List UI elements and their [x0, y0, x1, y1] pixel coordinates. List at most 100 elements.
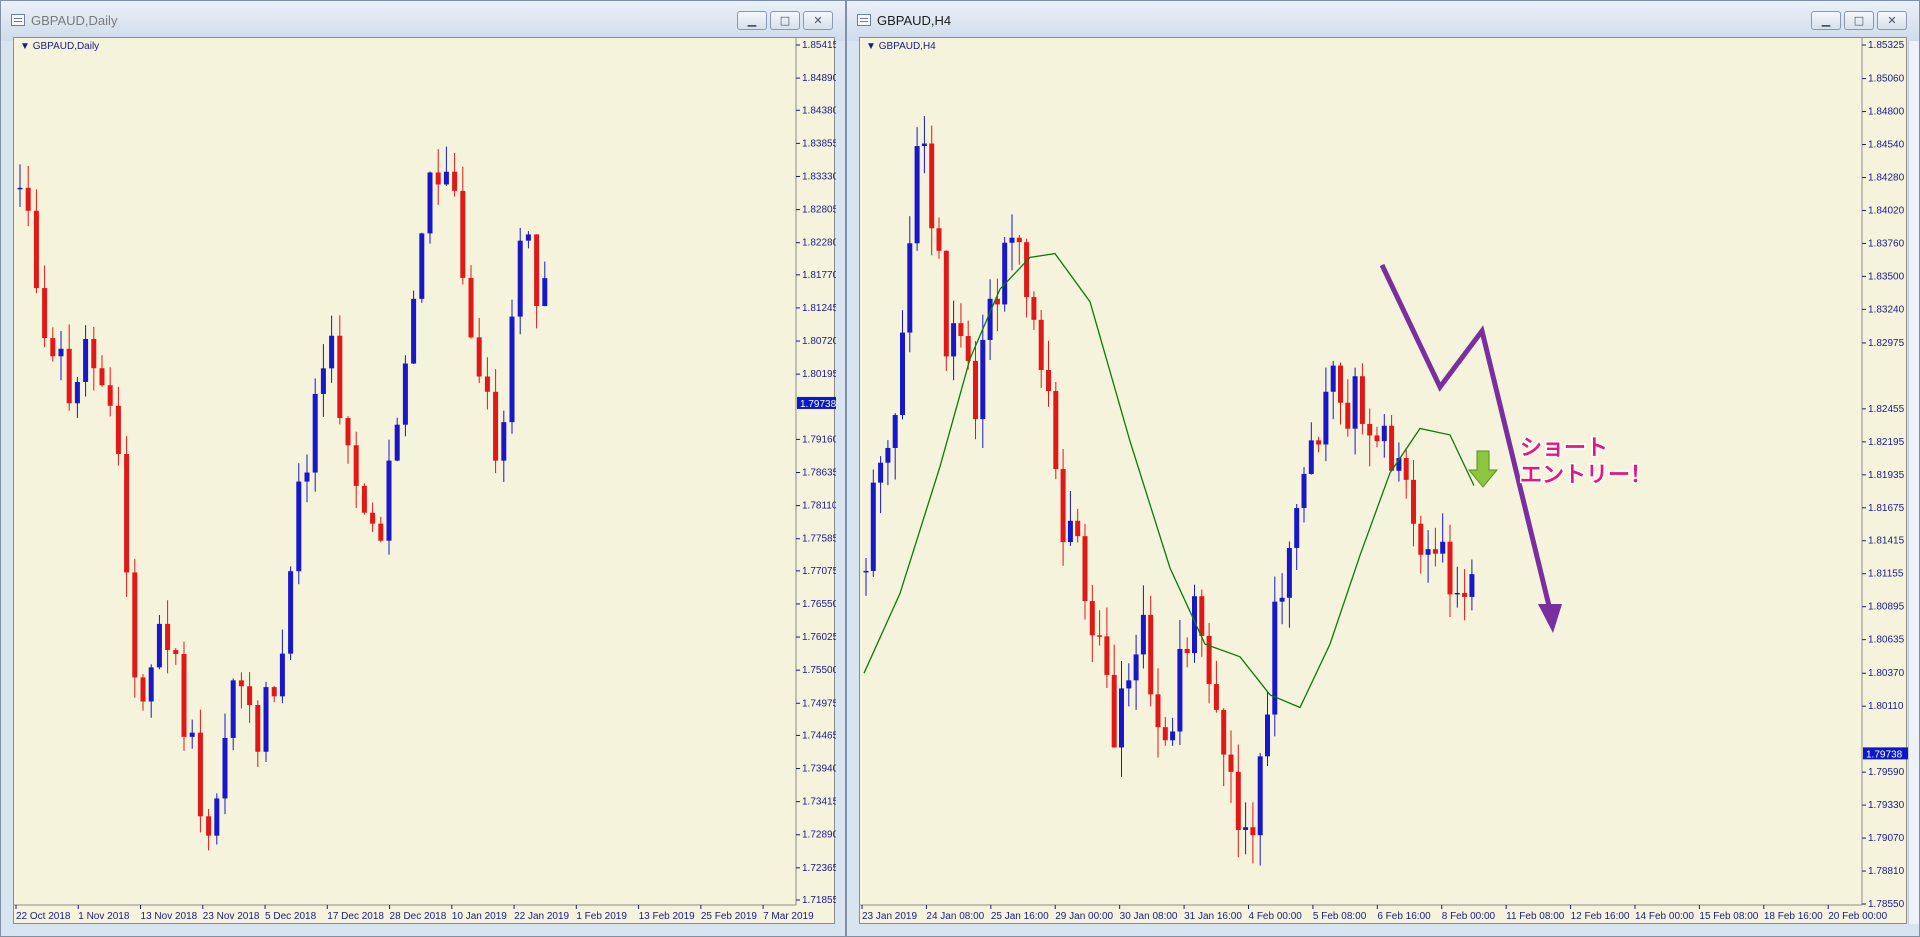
candle-body	[206, 816, 212, 836]
price-chart[interactable]: 1.85415 1.84890 1.84380 1.83855 1.83330 1.828…	[13, 37, 836, 925]
dropdown-triangle-icon[interactable]: ▼	[866, 41, 876, 52]
daily-candle-chart[interactable]: 1.85415 1.84890 1.84380 1.83855 1.83330 1.828…	[14, 38, 836, 925]
annotation-line-1: ショート	[1520, 436, 1608, 461]
candle-body	[1432, 549, 1438, 554]
dropdown-triangle-icon[interactable]: ▼	[20, 41, 30, 52]
candle-body	[1323, 391, 1329, 445]
candle-body	[296, 481, 302, 572]
candle-body	[1338, 365, 1343, 403]
candle-body	[99, 368, 105, 386]
time-tick-label: 5 Dec 2018	[265, 911, 317, 922]
candle-body	[878, 462, 884, 483]
candle-body	[1403, 458, 1409, 480]
time-tick-label: 17 Dec 2018	[327, 911, 384, 922]
candle-body	[1279, 597, 1285, 602]
price-chart[interactable]: 1.85325 1.85060 1.84800 1.84540 1.84280 1.840…	[859, 37, 1910, 925]
candle-body	[965, 336, 971, 361]
price-tick-label: 1.82195	[1868, 437, 1905, 448]
candle-body	[1140, 614, 1146, 655]
candle-body	[1082, 536, 1088, 602]
candle-body	[1235, 771, 1241, 830]
candle-body	[1469, 574, 1475, 597]
price-tick-label: 1.83240	[1868, 304, 1905, 315]
price-tick-label: 1.85060	[1868, 74, 1905, 85]
candle-body	[394, 424, 400, 461]
candle-body	[230, 680, 236, 738]
candle-body	[345, 418, 351, 446]
price-tick-label: 1.85415	[802, 40, 836, 51]
price-tick-label: 1.79330	[1868, 800, 1905, 811]
candle-body	[411, 298, 417, 364]
candle-body	[361, 485, 367, 513]
price-tick-label: 1.84020	[1868, 205, 1905, 216]
candle-body	[870, 482, 876, 571]
down-arrow-icon	[1467, 450, 1499, 488]
chart-symbol-label[interactable]: ▼ GBPAUD,Daily	[20, 41, 99, 52]
minimize-icon[interactable]: ▁	[1811, 11, 1841, 30]
vertical-scrollbar[interactable]	[1908, 41, 1919, 924]
price-tick-label: 1.83760	[1868, 238, 1905, 249]
time-tick-label: 4 Feb 00:00	[1248, 911, 1302, 922]
candle-body	[525, 234, 531, 241]
window-icon	[857, 14, 871, 26]
candle-body	[247, 686, 253, 706]
candle-body	[214, 798, 220, 836]
chart-window-h4[interactable]: GBPAUD,H4 ▁ □ ✕ 1.85325 1.85060 1.84800 1.8…	[846, 0, 1920, 937]
candle-body	[1286, 547, 1292, 598]
candle-body	[1454, 592, 1460, 595]
candle-body	[197, 732, 203, 817]
candle-body	[1418, 523, 1424, 555]
candle-body	[74, 381, 80, 404]
maximize-icon[interactable]: □	[770, 11, 800, 30]
h4-candle-chart[interactable]: 1.85325 1.85060 1.84800 1.84540 1.84280 1.840…	[860, 38, 1910, 925]
time-tick-label: 23 Nov 2018	[203, 911, 260, 922]
price-tick-label: 1.84380	[802, 105, 836, 116]
candle-body	[542, 278, 548, 307]
candle-body	[1243, 827, 1249, 830]
candle-body	[288, 571, 294, 654]
price-tick-label: 1.83500	[1868, 271, 1905, 282]
candle-body	[1199, 596, 1205, 636]
candle-body	[378, 523, 384, 541]
chart-symbol-label[interactable]: ▼ GBPAUD,H4	[866, 41, 936, 52]
candle-body	[1345, 402, 1351, 429]
candle-body	[370, 512, 376, 524]
price-tick-label: 1.78110	[802, 501, 836, 512]
price-tick-label: 1.78550	[1868, 899, 1905, 910]
time-tick-label: 14 Feb 00:00	[1635, 911, 1694, 922]
candle-body	[271, 687, 277, 697]
time-tick-label: 1 Feb 2019	[576, 911, 627, 922]
candle-body	[951, 323, 957, 357]
candle-body	[885, 447, 891, 463]
price-tick-label: 1.81675	[1868, 503, 1905, 514]
moving-average-line	[863, 252, 1475, 709]
maximize-icon[interactable]: □	[1844, 11, 1874, 30]
price-tick-label: 1.71855	[802, 895, 836, 906]
candle-body	[1148, 614, 1154, 695]
candle-body	[1374, 435, 1380, 442]
annotation-line-2: エントリー！	[1520, 463, 1652, 488]
minimize-icon[interactable]: ▁	[737, 11, 767, 30]
close-icon[interactable]: ✕	[803, 11, 833, 30]
candle-body	[1046, 369, 1051, 391]
window-titlebar[interactable]: GBPAUD,Daily ▁ □ ✕	[1, 1, 845, 41]
candle-body	[1060, 469, 1066, 543]
close-icon[interactable]: ✕	[1877, 11, 1907, 30]
candle-body	[452, 171, 458, 191]
candle-body	[1016, 237, 1022, 243]
price-tick-label: 1.83330	[802, 171, 836, 182]
price-tick-label: 1.80895	[1868, 602, 1905, 613]
price-tick-label: 1.82280	[802, 238, 836, 249]
price-tick-label: 1.84280	[1868, 172, 1905, 183]
candle-body	[140, 677, 146, 702]
chart-window-daily[interactable]: GBPAUD,Daily ▁ □ ✕ 1.85415 1.84890 1.84380…	[0, 0, 846, 937]
candle-body	[534, 234, 540, 307]
price-tick-label: 1.77585	[802, 534, 836, 545]
candle-body	[443, 171, 449, 185]
time-tick-label: 8 Feb 00:00	[1442, 911, 1496, 922]
candle-body	[165, 623, 171, 651]
candle-body	[1111, 674, 1117, 748]
window-titlebar[interactable]: GBPAUD,H4 ▁ □ ✕	[847, 1, 1919, 41]
candle-body	[509, 316, 515, 423]
down-arrow-icon	[1538, 604, 1562, 633]
